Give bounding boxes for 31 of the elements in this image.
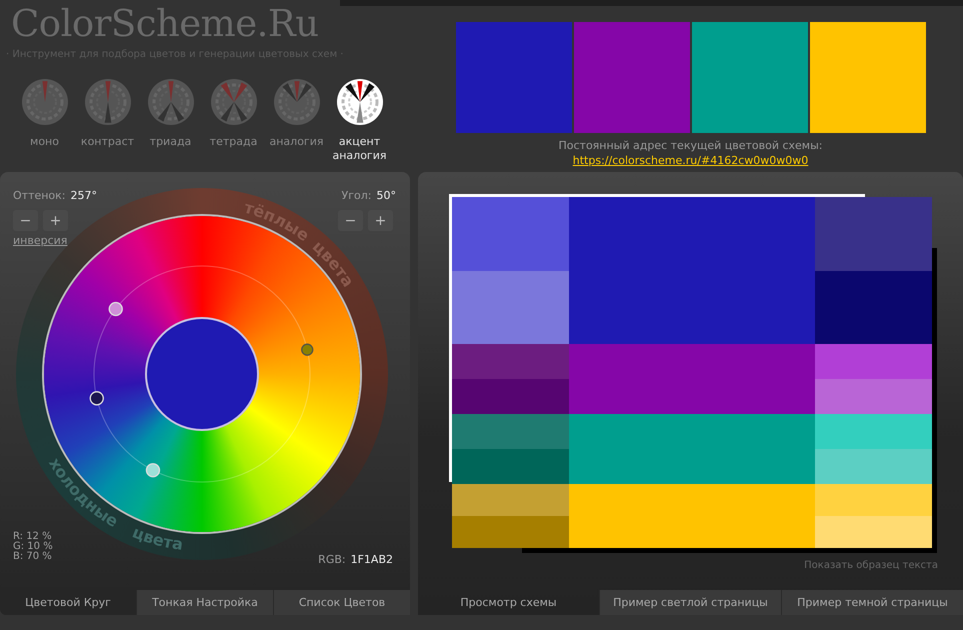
scheme-label[interactable]: акцент аналогия bbox=[330, 135, 390, 163]
hue-value: 257° bbox=[70, 189, 98, 202]
hue-label: Оттенок: bbox=[13, 189, 66, 202]
rgb-percent-text: G: 10 % bbox=[13, 542, 53, 552]
sample-text-link[interactable]: Показать образец текста bbox=[804, 560, 938, 571]
tab[interactable]: Цветовой Круг bbox=[0, 590, 136, 615]
invert-link[interactable]: инверсия bbox=[13, 234, 68, 247]
tab[interactable]: Список Цветов bbox=[273, 590, 410, 615]
permalink-link[interactable]: https://colorscheme.ru/#4162cw0w0w0w0 bbox=[572, 154, 808, 167]
scheme-label[interactable]: контраст bbox=[78, 135, 138, 149]
hue-step-button[interactable]: − bbox=[13, 210, 38, 231]
rgb-percent-text: R: 12 % bbox=[13, 532, 52, 542]
scheme-label[interactable]: триада bbox=[140, 135, 200, 149]
rgb-label: RGB: bbox=[318, 553, 346, 566]
angle-value: 50° bbox=[376, 189, 396, 202]
angle-step-button[interactable]: + bbox=[368, 210, 393, 231]
cool-colors-label: цвета bbox=[130, 522, 184, 554]
tab[interactable]: Пример светлой страницы bbox=[599, 590, 781, 615]
scheme-wheel-icon[interactable] bbox=[336, 78, 384, 126]
tab[interactable]: Тонкая Настройка bbox=[136, 590, 273, 615]
permalink-label: Постоянный адрес текущей цветовой схемы: bbox=[558, 139, 822, 152]
scheme-label[interactable]: тетрада bbox=[204, 135, 264, 149]
angle-step-button[interactable]: − bbox=[338, 210, 363, 231]
scheme-label[interactable]: аналогия bbox=[266, 135, 326, 149]
rgb-value: 1F1AB2 bbox=[350, 553, 393, 566]
scheme-label[interactable]: моно bbox=[14, 135, 74, 149]
tab[interactable]: Пример темной страницы bbox=[781, 590, 963, 615]
rgb-percent-text: B: 70 % bbox=[13, 552, 52, 562]
angle-label: Угол: bbox=[342, 189, 372, 202]
hue-step-button[interactable]: + bbox=[43, 210, 68, 231]
tab[interactable]: Просмотр схемы bbox=[418, 590, 599, 615]
